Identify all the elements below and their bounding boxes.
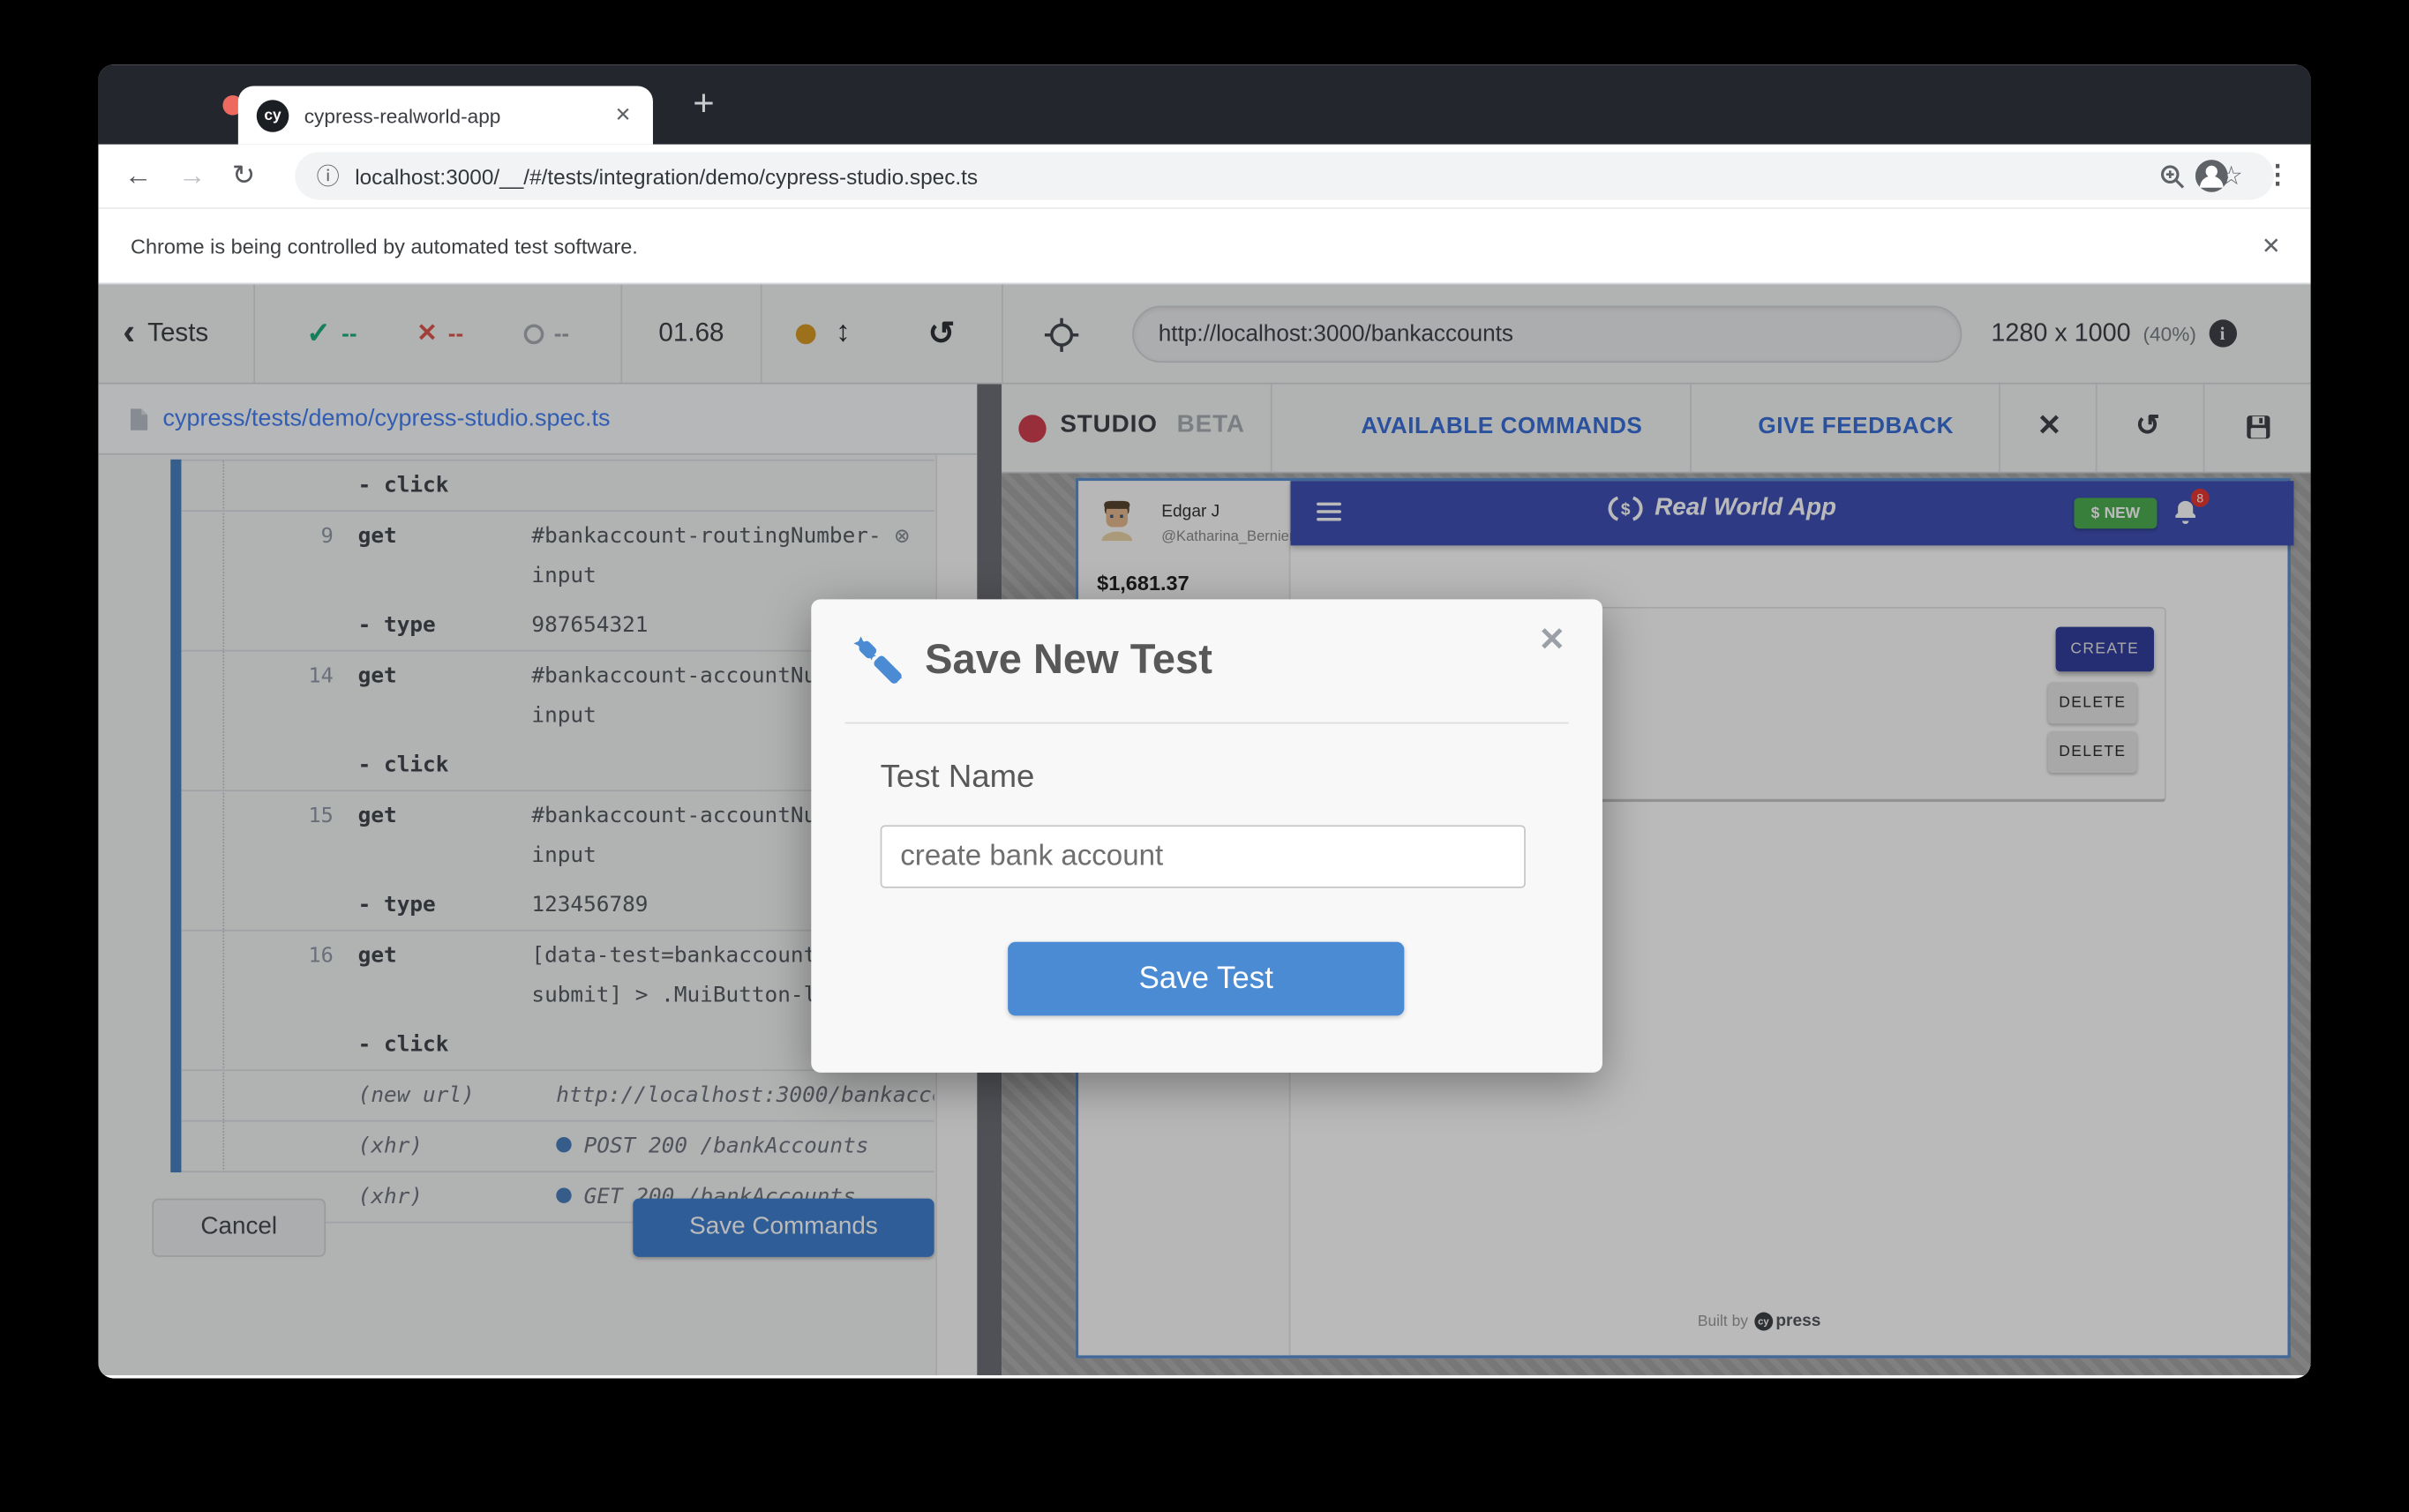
magic-wand-icon [852, 633, 910, 692]
save-test-button[interactable]: Save Test [1008, 942, 1404, 1016]
browser-address-bar: ← → ↻ ⓘ localhost:3000/__/#/tests/integr… [98, 145, 2310, 207]
modal-close-icon[interactable]: ✕ [1533, 618, 1572, 662]
modal-title: Save New Test [925, 636, 1212, 684]
page-info-icon[interactable]: ⓘ [317, 160, 340, 192]
test-name-label: Test Name [881, 759, 1035, 796]
profile-avatar[interactable] [2194, 158, 2229, 193]
reload-icon[interactable]: ↻ [232, 160, 255, 192]
new-tab-button[interactable]: + [676, 77, 732, 132]
browser-menu-icon[interactable]: ⋮ [2258, 157, 2297, 194]
zoom-icon[interactable] [2158, 162, 2186, 190]
browser-tab-bar: cy cypress-realworld-app ✕ + [98, 64, 2310, 145]
url-input[interactable]: ⓘ localhost:3000/__/#/tests/integration/… [295, 152, 2273, 199]
automation-infobar: Chrome is being controlled by automated … [98, 207, 2310, 284]
cypress-favicon-icon: cy [257, 99, 289, 131]
infobar-text: Chrome is being controlled by automated … [131, 235, 638, 258]
browser-tab[interactable]: cy cypress-realworld-app ✕ [238, 86, 653, 145]
infobar-close-icon[interactable]: ✕ [2255, 226, 2287, 266]
url-text: localhost:3000/__/#/tests/integration/de… [355, 164, 2158, 189]
forward-icon[interactable]: → [178, 160, 206, 192]
back-icon[interactable]: ← [124, 160, 152, 192]
test-name-input[interactable] [881, 825, 1526, 887]
tab-close-icon[interactable]: ✕ [612, 103, 634, 128]
browser-window: cy cypress-realworld-app ✕ + ← → ↻ ⓘ loc… [98, 64, 2310, 1378]
desktop: cy cypress-realworld-app ✕ + ← → ↻ ⓘ loc… [0, 0, 2409, 1512]
modal-divider [845, 722, 1569, 724]
save-new-test-modal: Save New Test ✕ Test Name Save Test [811, 599, 1602, 1072]
tab-title: cypress-realworld-app [304, 104, 612, 127]
cypress-runner: ‹ Tests ✓ -- ✕ -- -- [98, 284, 2310, 1375]
